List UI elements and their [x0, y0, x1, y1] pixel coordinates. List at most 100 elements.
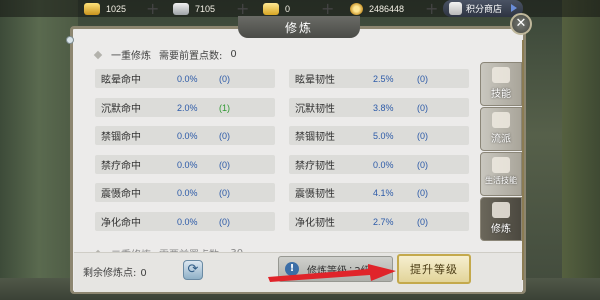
close-button[interactable]: ✕: [510, 13, 532, 35]
stat-row[interactable]: 沉默命中 2.0% (1): [95, 98, 275, 117]
stat-percent: 5.0%: [373, 130, 394, 141]
coin-currency: 2486448: [350, 1, 404, 16]
tab-life-skills[interactable]: 生活技能: [480, 152, 522, 196]
stat-name: 沉默韧性: [295, 104, 335, 115]
stat-name: 沉默命中: [101, 104, 141, 115]
window-title: 修炼: [238, 16, 360, 38]
cultivation-icon: [492, 202, 510, 218]
stat-row[interactable]: 沉默韧性 3.8% (0): [289, 98, 469, 117]
add-ingot-button[interactable]: +: [321, 0, 334, 18]
stat-percent: 3.8%: [373, 102, 394, 113]
tab-skills[interactable]: 技能: [480, 62, 522, 106]
background-scenery-right: [562, 0, 600, 300]
points-shop-button[interactable]: 积分商店: [443, 0, 523, 17]
stat-name: 禁锢韧性: [295, 132, 335, 143]
stat-level: (1): [219, 102, 230, 113]
stat-row[interactable]: 净化命中 0.0% (0): [95, 212, 275, 231]
stat-row[interactable]: 禁疗命中 0.0% (0): [95, 155, 275, 174]
stat-percent: 0.0%: [177, 130, 198, 141]
stat-row[interactable]: 震慑命中 0.0% (0): [95, 183, 275, 202]
stat-percent: 0.0%: [373, 159, 394, 170]
diamond-bullet-icon: [93, 50, 103, 59]
red-arrow-annotation: [268, 264, 396, 282]
tab-school[interactable]: 流派: [480, 107, 522, 151]
stat-percent: 0.0%: [177, 187, 198, 198]
scroll-icon: [492, 67, 510, 83]
stat-name: 净化命中: [101, 218, 141, 229]
stat-row[interactable]: 禁锢韧性 5.0% (0): [289, 126, 469, 145]
stat-name: 禁锢命中: [101, 132, 141, 143]
coin-icon: [350, 2, 363, 15]
stat-name: 禁疗韧性: [295, 161, 335, 172]
stat-level: (0): [417, 159, 428, 170]
currency-bar: 1025 + 7105 + 0 + 2486448 + 积分商店: [0, 0, 600, 18]
gold-currency: 1025: [84, 1, 126, 16]
stat-level: (0): [219, 159, 230, 170]
refresh-icon: ⟳: [187, 262, 199, 277]
stat-name: 禁疗命中: [101, 161, 141, 172]
background-scenery-left: [0, 0, 78, 300]
silver-value: 7105: [195, 3, 216, 14]
stat-percent: 4.1%: [373, 187, 394, 198]
section-1-req-label: 需要前置点数:: [159, 51, 223, 62]
remaining-points: 剩余修炼点: 0: [83, 264, 147, 279]
stat-name: 震慑韧性: [295, 189, 335, 200]
stat-name: 眩晕命中: [101, 75, 141, 86]
section-1-title: 一重修炼: [111, 51, 151, 62]
section-header-1: 一重修炼 需要前置点数: 0: [93, 47, 237, 62]
add-gold-button[interactable]: +: [146, 0, 159, 18]
stat-name: 眩晕韧性: [295, 75, 335, 86]
stat-level: (0): [417, 187, 428, 198]
panel-ornament-right: [522, 40, 536, 280]
remaining-points-value: 0: [140, 268, 147, 279]
ingot-currency: 0: [263, 1, 290, 16]
ingot-value: 0: [285, 3, 291, 14]
stat-level: (0): [219, 216, 230, 227]
silver-icon: [173, 2, 189, 15]
add-silver-button[interactable]: +: [236, 0, 249, 18]
stat-level: (0): [219, 187, 230, 198]
close-icon: ✕: [515, 16, 527, 31]
stat-level: (0): [417, 73, 428, 84]
silver-currency: 7105: [173, 1, 215, 16]
gold-value: 1025: [106, 3, 127, 14]
stat-percent: 0.0%: [177, 216, 198, 227]
stat-row[interactable]: 震慑韧性 4.1% (0): [289, 183, 469, 202]
shop-bag-icon: [449, 2, 462, 15]
stat-percent: 2.0%: [177, 102, 198, 113]
stat-row[interactable]: 眩晕命中 0.0% (0): [95, 69, 275, 88]
tab-cultivation-label: 修炼: [491, 224, 511, 235]
panel-ornament-left: [66, 36, 74, 44]
stat-level: (0): [219, 130, 230, 141]
section-1-req-value: 0: [230, 49, 237, 60]
points-shop-label: 积分商店: [466, 5, 503, 15]
gold-icon: [84, 2, 100, 15]
tab-school-label: 流派: [491, 134, 511, 145]
stat-row[interactable]: 禁疗韧性 0.0% (0): [289, 155, 469, 174]
tab-skills-label: 技能: [491, 89, 511, 100]
reset-points-button[interactable]: ⟳: [183, 260, 203, 280]
stat-row[interactable]: 禁锢命中 0.0% (0): [95, 126, 275, 145]
stat-row[interactable]: 眩晕韧性 2.5% (0): [289, 69, 469, 88]
stat-level: (0): [219, 73, 230, 84]
stat-percent: 0.0%: [177, 73, 198, 84]
tab-life-skills-label: 生活技能: [485, 176, 517, 185]
stat-row[interactable]: 净化韧性 2.7% (0): [289, 212, 469, 231]
ingot-icon: [263, 2, 279, 15]
tab-cultivation[interactable]: 修炼: [480, 197, 522, 241]
stat-level: (0): [417, 102, 428, 113]
stat-name: 震慑命中: [101, 189, 141, 200]
add-coin-button[interactable]: +: [425, 0, 438, 18]
expand-arrow-icon: [511, 4, 517, 12]
book-icon: [492, 112, 510, 128]
stat-level: (0): [417, 130, 428, 141]
stat-percent: 2.5%: [373, 73, 394, 84]
stat-percent: 2.7%: [373, 216, 394, 227]
hammer-icon: [492, 157, 510, 173]
stat-level: (0): [417, 216, 428, 227]
upgrade-level-button[interactable]: 提升等级: [397, 254, 471, 284]
coin-value: 2486448: [369, 3, 405, 14]
remaining-points-label: 剩余修炼点:: [83, 268, 137, 279]
stat-percent: 0.0%: [177, 159, 198, 170]
stat-name: 净化韧性: [295, 218, 335, 229]
